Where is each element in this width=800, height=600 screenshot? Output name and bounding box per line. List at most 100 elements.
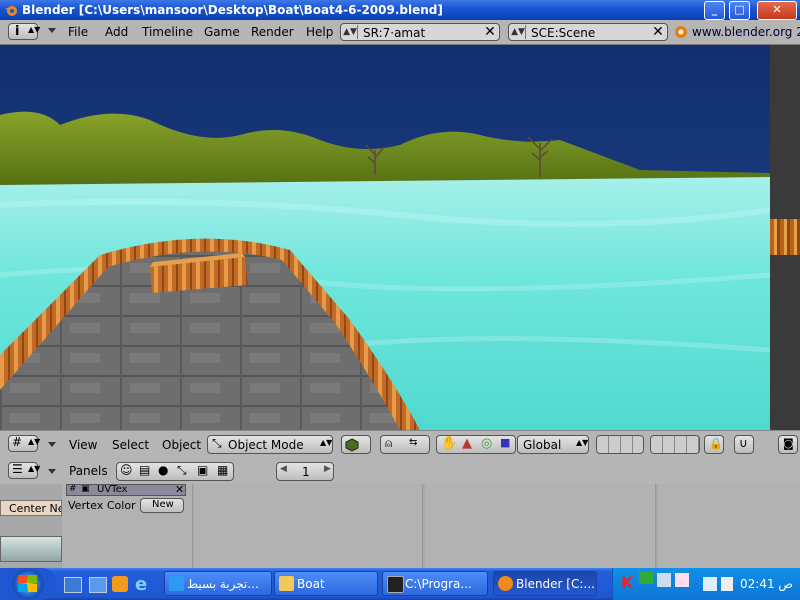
pivot-icon: ⍝ — [385, 436, 393, 450]
network-icon[interactable] — [657, 573, 671, 587]
render-preview-button[interactable]: ◙ — [778, 435, 798, 454]
logic-icon: ☺ — [120, 463, 133, 477]
editing-icon: ▣ — [197, 463, 209, 477]
texture-preview — [770, 219, 800, 255]
orientation-label: Global — [523, 438, 562, 452]
menu-add[interactable]: Add — [105, 25, 128, 39]
scene-selector[interactable]: ▲▼ SCE:Scene ✕ — [508, 23, 668, 41]
draw-type-button[interactable] — [341, 435, 371, 454]
frame-number: 1 — [302, 465, 310, 479]
center-new-button[interactable]: Center Ne — [0, 500, 62, 516]
menu-help[interactable]: Help — [306, 25, 333, 39]
ie-icon — [169, 576, 184, 591]
info-header: i ▲▼ File Add Timeline Game Render Help … — [0, 20, 800, 45]
task-boat-folder[interactable]: Boat — [274, 571, 378, 596]
website-link[interactable]: www.blender.org 2 — [692, 25, 800, 39]
menu-select[interactable]: Select — [112, 438, 149, 452]
menu-view[interactable]: View — [69, 438, 97, 452]
scene-name: SCE:Scene — [531, 26, 596, 40]
mesh-panel: # ▣ UVTex ✕ Vertex Color New — [62, 483, 193, 568]
start-button[interactable] — [0, 568, 56, 600]
vertex-color-label: Vertex Color — [68, 499, 136, 512]
updown-arrows-icon: ▲▼ — [511, 25, 526, 39]
collapse-arrow-icon[interactable] — [46, 25, 58, 37]
object-icon: ⤡ — [177, 463, 187, 477]
menu-render[interactable]: Render — [251, 25, 294, 39]
show-desktop-icon[interactable] — [64, 577, 82, 593]
delete-screen-icon[interactable]: ✕ — [483, 25, 497, 39]
context-buttons[interactable]: ☺ ▤ ● ⤡ ▣ ▦ — [116, 462, 234, 481]
collapse-arrow-icon[interactable] — [46, 439, 58, 451]
delete-scene-icon[interactable]: ✕ — [651, 25, 665, 39]
close-button[interactable]: ✕ — [757, 1, 797, 20]
color-swatch[interactable] — [0, 536, 62, 562]
panels-label: Panels — [69, 464, 108, 478]
minimize-button[interactable]: _ — [704, 1, 725, 20]
layer-buttons-b[interactable] — [650, 435, 700, 454]
new-vertex-color-button[interactable]: New — [140, 498, 184, 513]
solid-cube-icon — [345, 438, 359, 452]
3d-viewport[interactable] — [0, 45, 770, 430]
internet-explorer-icon[interactable]: e — [135, 574, 147, 595]
volume-icon[interactable] — [721, 577, 733, 591]
updown-arrows-icon: ▲▼ — [576, 438, 589, 447]
task-label: تجربة بسيط... — [187, 577, 259, 591]
scene-icon: ▦ — [217, 463, 229, 477]
menu-timeline[interactable]: Timeline — [142, 25, 193, 39]
3d-icon[interactable] — [639, 572, 653, 584]
editor-type-button[interactable]: ☰ ▲▼ — [8, 462, 40, 479]
info-icon: i — [15, 24, 20, 39]
task-blender[interactable]: Blender [C:... — [493, 571, 597, 596]
maximize-button[interactable]: □ — [729, 1, 750, 20]
mode-label: Object Mode — [228, 438, 304, 452]
snap-button[interactable]: ∪ — [734, 435, 754, 454]
updown-arrows-icon: ▲▼ — [320, 438, 333, 447]
task-console[interactable]: C:\Progra... — [382, 571, 488, 596]
editor-type-button[interactable]: i ▲▼ — [8, 23, 40, 40]
translate-icon: ▲ — [462, 436, 472, 451]
image-icon: ▣ — [81, 484, 90, 494]
panel-empty-3 — [658, 484, 800, 568]
switch-windows-icon[interactable] — [89, 577, 107, 593]
orientation-selector[interactable]: Global ▲▼ — [517, 435, 589, 454]
kaspersky-icon[interactable]: K — [621, 573, 633, 592]
task-label: Blender [C:... — [516, 577, 595, 591]
manipulator-icon: ⇆ — [409, 437, 418, 448]
window-title: Blender [C:\Users\mansoor\Desktop\Boat\B… — [22, 3, 443, 17]
taskbar: e تجربة بسيط... Boat C:\Progra... Blende… — [0, 568, 800, 600]
center-new-label: Center Ne — [9, 502, 61, 515]
folder-icon — [279, 576, 294, 591]
transform-manipulators[interactable]: ✋ ▲ ◎ ■ — [436, 435, 516, 454]
new-label: New — [152, 499, 174, 510]
uvtex-row[interactable]: # ▣ UVTex ✕ — [66, 483, 186, 496]
menu-file[interactable]: File — [68, 25, 88, 39]
game-scene — [0, 45, 770, 430]
monitor-icon[interactable] — [703, 577, 717, 591]
delete-uvtex-icon[interactable]: ✕ — [175, 483, 184, 496]
updown-arrows-icon: ▲▼ — [343, 25, 358, 39]
task-label: C:\Progra... — [405, 577, 472, 591]
tray-app-icon[interactable] — [675, 573, 689, 587]
task-ie[interactable]: تجربة بسيط... — [164, 571, 272, 596]
hand-icon: ✋ — [441, 436, 458, 451]
pivot-buttons[interactable]: ⍝ ⇆ — [380, 435, 430, 454]
viewport-side-strip — [770, 45, 800, 430]
window-title-bar[interactable]: Blender [C:\Users\mansoor\Desktop\Boat\B… — [0, 0, 800, 20]
object-mode-icon: ⤡ — [212, 436, 222, 450]
mode-selector[interactable]: ⤡ Object Mode ▲▼ — [207, 435, 333, 454]
frame-field[interactable]: ◀ 1 ▶ — [276, 462, 334, 481]
menu-object[interactable]: Object — [162, 438, 201, 452]
uvtex-label: UVTex — [97, 484, 128, 495]
screen-selector[interactable]: ▲▼ SR:7·amat ✕ — [340, 23, 500, 41]
updown-arrows-icon: ▲▼ — [28, 437, 41, 446]
menu-game[interactable]: Game — [204, 25, 240, 39]
magnet-icon: ∪ — [739, 436, 748, 450]
layer-buttons-a[interactable] — [596, 435, 644, 454]
blender-icon — [498, 576, 513, 591]
script-icon: ▤ — [139, 463, 151, 477]
editor-type-button[interactable]: # ▲▼ — [8, 435, 41, 452]
grid-icon: # — [69, 484, 77, 494]
media-player-icon[interactable] — [112, 576, 128, 592]
lock-button[interactable]: 🔒 — [704, 435, 724, 454]
collapse-arrow-icon[interactable] — [46, 466, 58, 478]
